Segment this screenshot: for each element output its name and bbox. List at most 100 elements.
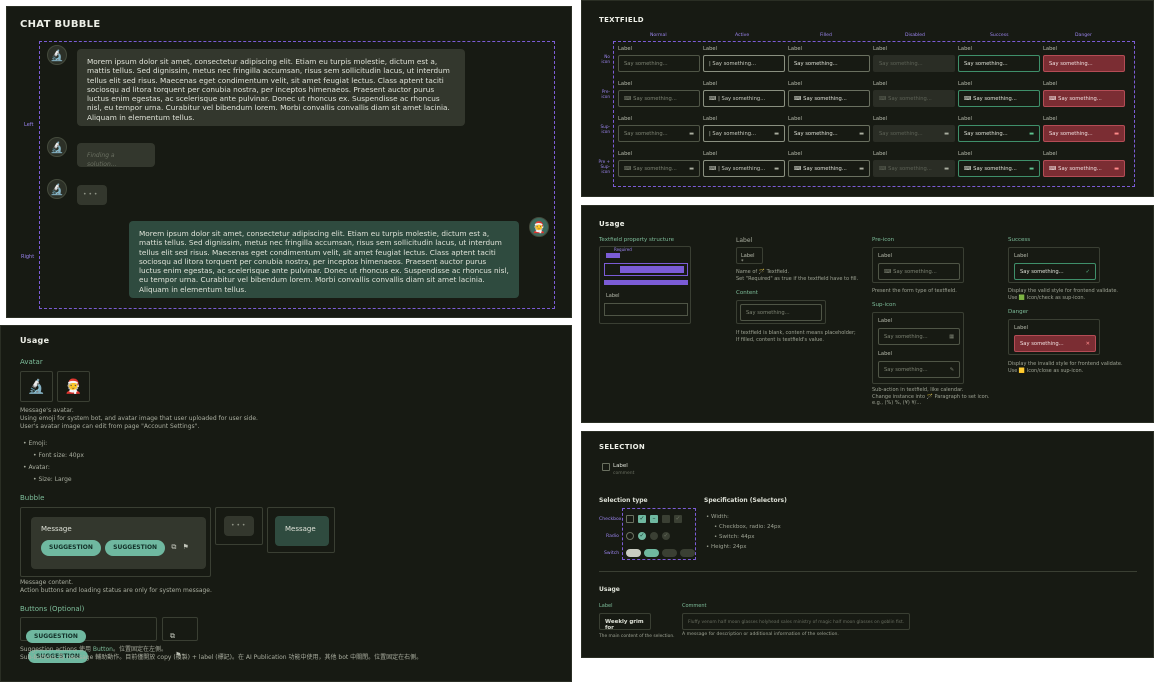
success-heading: Success <box>1008 237 1031 243</box>
textfield-active[interactable]: | Say something... <box>703 55 785 72</box>
preicon-label: Label <box>878 253 892 259</box>
loading-bubble: Finding a solution... <box>77 143 155 168</box>
textfield-danger[interactable]: ⌨ Say something... ▬ <box>1043 160 1125 177</box>
checkbox[interactable] <box>626 515 634 523</box>
radio[interactable] <box>626 532 634 540</box>
radio-checked[interactable]: ✓ <box>638 532 646 540</box>
supicon-desc: Sub-action in textfield, like calendar. … <box>872 387 989 407</box>
sup-icon[interactable]: ▬ <box>689 166 694 172</box>
bubble-desc-1: Message content. <box>20 579 74 586</box>
switch-on[interactable] <box>644 549 659 557</box>
textfield-normal[interactable]: Say something... <box>618 55 700 72</box>
textfield-active[interactable]: | Say something... ▬ <box>703 125 785 142</box>
suggestion-button[interactable]: SUGGESTION <box>105 540 166 556</box>
checkbox[interactable] <box>662 515 670 523</box>
textfield-filled[interactable]: Say something... ▬ <box>788 125 870 142</box>
buttons-heading: Buttons (Optional) <box>20 605 85 613</box>
avatar-item: Avatar: <box>28 464 50 471</box>
danger-textfield[interactable]: Say something... ✕ <box>1014 335 1096 352</box>
sup-icon[interactable]: ▬ <box>774 166 779 172</box>
button-link[interactable]: Button <box>93 646 113 653</box>
radio[interactable] <box>650 532 658 540</box>
textfield-success[interactable]: Say something... <box>958 55 1040 72</box>
sup-icon[interactable]: ▬ <box>944 131 949 137</box>
bubble-desc: Message content. Action buttons and load… <box>20 579 212 595</box>
supicon-textfield-tag[interactable]: Say something... ✎ <box>878 361 960 378</box>
suggestion-button[interactable]: SUGGESTION <box>26 630 86 643</box>
usage-comment-example: Fluffy venom half moon glasses holyhead … <box>682 613 910 630</box>
sup-icon[interactable]: ▬ <box>944 166 949 172</box>
suggestion-button[interactable]: SUGGESTION <box>41 540 101 556</box>
radio[interactable]: ✓ <box>662 532 670 540</box>
copy-icon[interactable]: ⧉ <box>171 543 176 551</box>
sup-icon[interactable]: ▬ <box>689 131 694 137</box>
danger-desc-1: Display the invalid style for frontend v… <box>1008 361 1123 367</box>
sup-icon[interactable]: ▬ <box>774 131 779 137</box>
textfield-normal[interactable]: ⌨ Say something... ▬ <box>618 160 700 177</box>
keyboard-icon: ⌨ <box>964 166 972 172</box>
checkbox[interactable]: ✓ <box>674 515 682 523</box>
typing-sample-frame: • • • <box>215 507 263 545</box>
success-desc: Display the valid style for frontend val… <box>1008 288 1118 301</box>
textfield-text: Say something... <box>803 96 847 102</box>
buttons-desc-2: Sub-buttons 為 message 輔助動作。目前僅開放 copy (複… <box>20 654 423 661</box>
textfield-active[interactable]: ⌨ | Say something... ▬ <box>703 160 785 177</box>
label-desc-2: Set "Required" as true if the textfield … <box>736 275 859 282</box>
content-textfield[interactable]: Say something... <box>740 304 822 321</box>
preicon-example: Label ⌨ Say something... <box>872 247 964 283</box>
textfield-filled[interactable]: ⌨ Say something... <box>788 90 870 107</box>
avatar-desc-2: Using emoji for system bot, and avatar i… <box>20 415 258 422</box>
tag-icon[interactable]: ✎ <box>950 367 954 373</box>
supicon-desc-3: e.g., (%) %, (¥) ¥/... <box>872 400 922 406</box>
textfield-normal[interactable]: ⌨ Say something... <box>618 90 700 107</box>
column-header-filled: Filled <box>820 33 832 38</box>
switch[interactable] <box>662 549 677 557</box>
right-label: Right <box>21 254 35 260</box>
user-sample-bubble: Message <box>275 516 329 546</box>
textfield-filled[interactable]: Say something... <box>788 55 870 72</box>
textfield-danger[interactable]: Say something... ▬ <box>1043 125 1125 142</box>
sup-icon[interactable]: ▬ <box>859 166 864 172</box>
sup-icon[interactable]: ▬ <box>859 131 864 137</box>
checkbox-checked[interactable]: ✓ <box>638 515 646 523</box>
textfield-label: Label <box>958 116 972 122</box>
supicon-heading: Sup-icon <box>872 302 896 308</box>
sub-buttons-frame: ⧉ ⚑ <box>162 617 198 659</box>
sup-icon[interactable]: ▬ <box>1114 131 1119 137</box>
textfield-normal[interactable]: Say something... ▬ <box>618 125 700 142</box>
spec-list: • Width: • Checkbox, radio: 24px • Switc… <box>706 514 781 550</box>
textfield-text: | Say something... <box>718 166 766 172</box>
textfield-danger[interactable]: ⌨ Say something... <box>1043 90 1125 107</box>
textfield-success[interactable]: ⌨ Say something... <box>958 90 1040 107</box>
column-header-success: Success <box>990 33 1009 38</box>
sup-icon[interactable]: ▬ <box>1029 131 1034 137</box>
calendar-icon[interactable]: ▦ <box>949 334 954 340</box>
switch[interactable] <box>680 549 695 557</box>
textfield-label: Label <box>618 116 632 122</box>
preicon-textfield[interactable]: ⌨ Say something... <box>878 263 960 280</box>
checkbox[interactable]: – <box>650 515 658 523</box>
textfield-success[interactable]: Say something... ▬ <box>958 125 1040 142</box>
column-header-normal: Normal <box>650 33 667 38</box>
sup-icon[interactable]: ▬ <box>1114 166 1119 172</box>
textfield-text: Say something... <box>888 166 932 172</box>
success-textfield[interactable]: Say something... ✓ <box>1014 263 1096 280</box>
sup-icon[interactable]: ▬ <box>1029 166 1034 172</box>
copy-icon[interactable]: ⧉ <box>170 632 175 640</box>
textfield-success[interactable]: ⌨ Say something... ▬ <box>958 160 1040 177</box>
textfield-filled[interactable]: ⌨ Say something... ▬ <box>788 160 870 177</box>
avatar-desc-1: Message's avatar. <box>20 407 74 414</box>
switch[interactable] <box>626 549 641 557</box>
textfield-danger[interactable]: Say something... <box>1043 55 1125 72</box>
user-message-bubble: Morem ipsum dolor sit amet, consectetur … <box>129 221 519 298</box>
emoji-font-size: Font size: 40px <box>38 452 84 459</box>
structure-label: Label <box>606 293 620 299</box>
content-heading: Content <box>736 290 758 296</box>
supicon-textfield-calendar[interactable]: Say something... ▦ <box>878 328 960 345</box>
bookmark-icon[interactable]: ⚑ <box>183 543 189 551</box>
usage-comment-desc: A message for description or additional … <box>682 632 839 637</box>
textfield-active[interactable]: ⌨ | Say something... <box>703 90 785 107</box>
avatar-desc: Message's avatar. Using emoji for system… <box>20 407 258 431</box>
selection-sample-checkbox[interactable] <box>602 463 610 471</box>
textfield-text: Say something... <box>1058 166 1102 172</box>
